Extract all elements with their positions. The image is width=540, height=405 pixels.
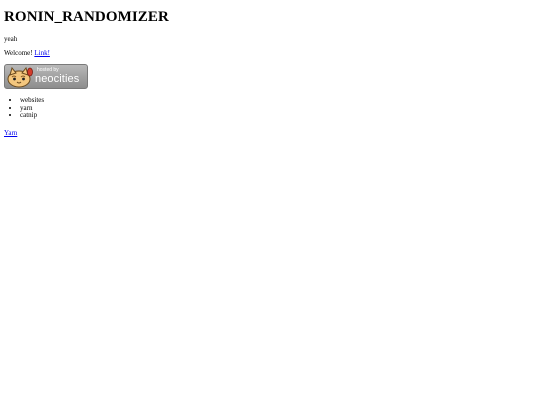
hosted-by-neocities-badge[interactable]: hosted by neocities xyxy=(4,64,88,89)
welcome-line: Welcome! Link! xyxy=(4,49,536,57)
badge-brand-name: neocities xyxy=(35,73,80,85)
welcome-text: Welcome! xyxy=(4,49,33,57)
page-title: RONIN_RANDOMIZER xyxy=(4,9,169,25)
welcome-link[interactable]: Link! xyxy=(34,49,50,57)
list-item: yarn xyxy=(20,104,536,113)
neocities-cat-icon xyxy=(7,66,33,88)
list-item: websites xyxy=(20,96,536,105)
yarn-link[interactable]: Yarn xyxy=(4,129,17,137)
list-item: catnip xyxy=(20,111,536,120)
footer-line: Yarn xyxy=(4,129,536,137)
tagline: yeah xyxy=(4,35,18,43)
page-container: RONIN_RANDOMIZER yeah Welcome! Link! hos… xyxy=(0,9,540,137)
topics-list: websites yarn catnip xyxy=(4,96,536,120)
